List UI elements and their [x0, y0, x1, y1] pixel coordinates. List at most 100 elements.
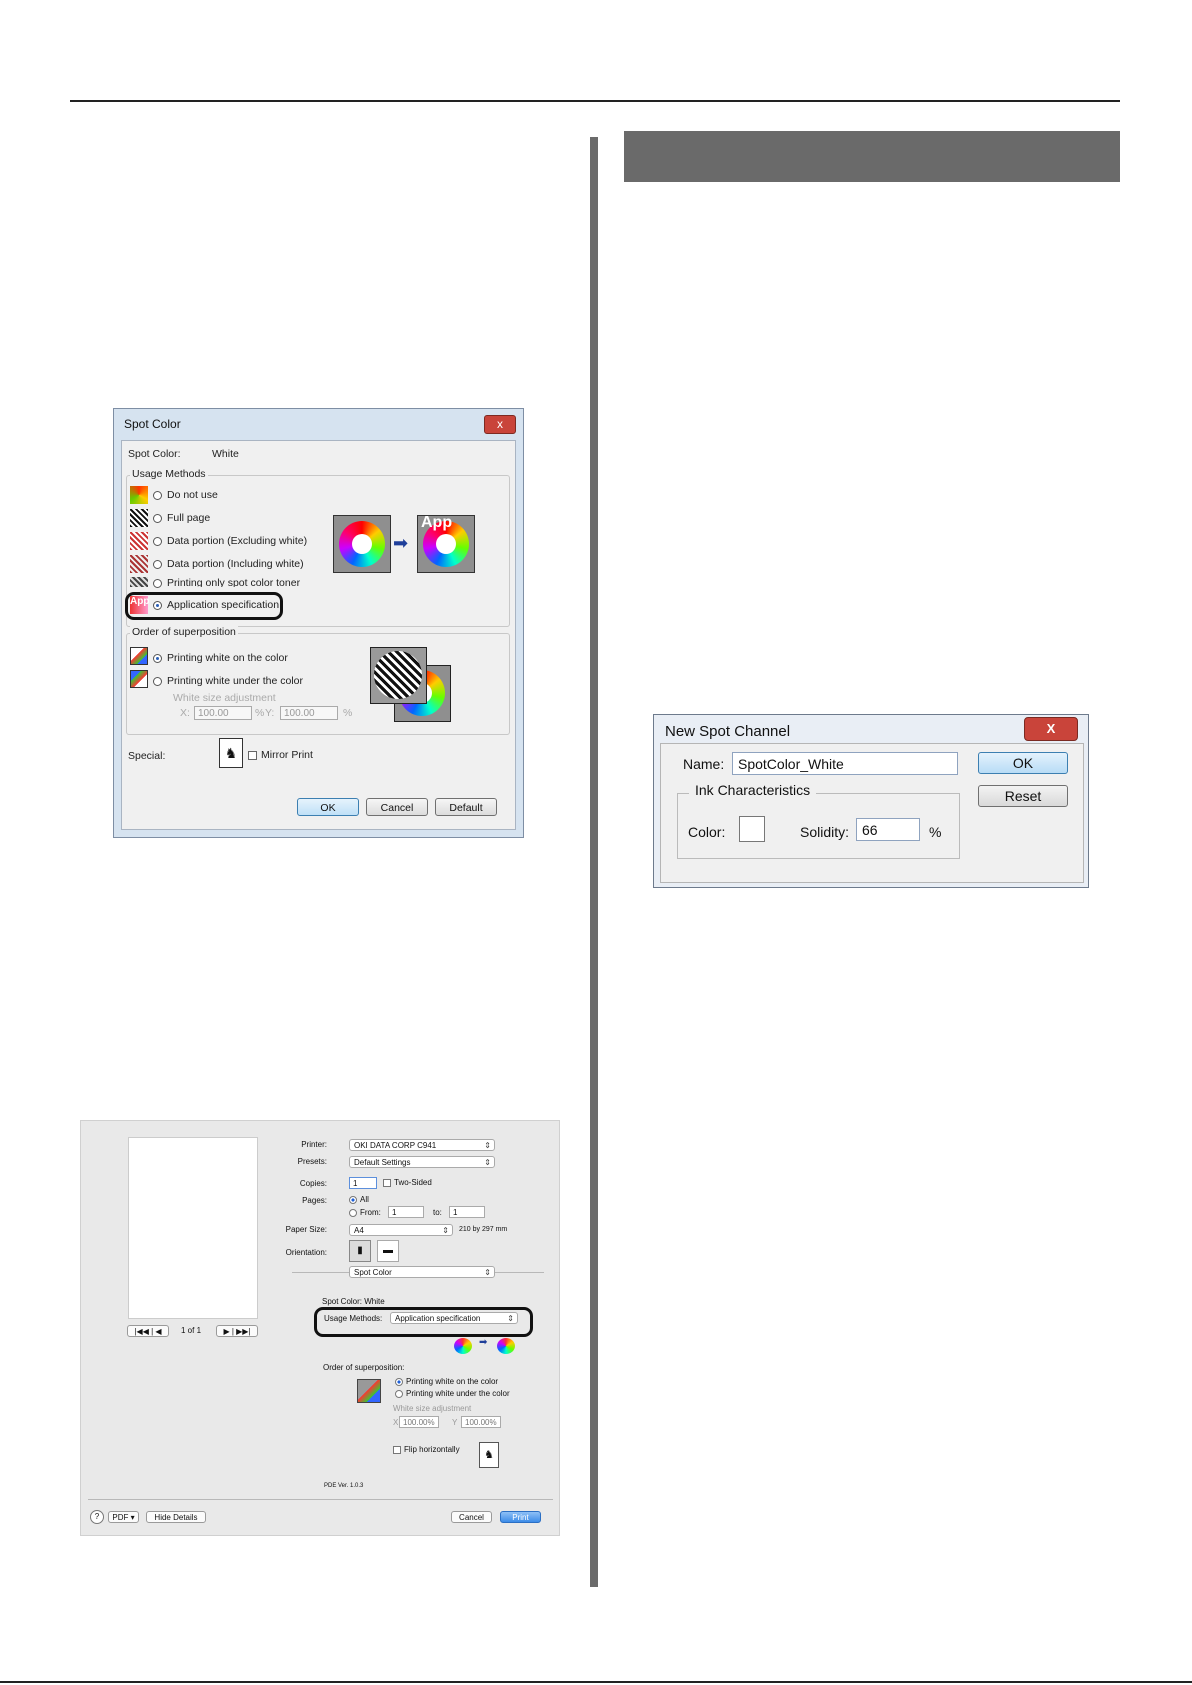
- data-including-icon: [130, 555, 148, 573]
- radio-spot-only[interactable]: [153, 579, 162, 588]
- radio-full-page[interactable]: [153, 514, 162, 523]
- white-under-color-icon: [130, 670, 148, 688]
- x-size-input[interactable]: 100.00%: [399, 1416, 439, 1428]
- copies-label: Copies:: [299, 1179, 327, 1188]
- white-size-label: White size adjustment: [393, 1404, 472, 1413]
- dialog-title: New Spot Channel: [665, 723, 791, 740]
- solidity-input[interactable]: 66: [856, 818, 920, 841]
- dialog-body: Name: SpotColor_White OK Reset Ink Chara…: [660, 743, 1084, 883]
- paper-dims: 210 by 297 mm: [459, 1226, 508, 1233]
- hatched-disc-icon: [374, 651, 422, 699]
- white-on-color-label: Printing white on the color: [406, 1377, 499, 1386]
- y-pct: %: [343, 707, 353, 719]
- reset-button[interactable]: Reset: [978, 785, 1068, 807]
- y-label: Y:: [265, 707, 275, 719]
- copies-input[interactable]: 1: [349, 1177, 377, 1189]
- print-button[interactable]: Print: [500, 1511, 541, 1523]
- printer-label: Printer:: [301, 1140, 327, 1149]
- pages-from-radio[interactable]: [349, 1209, 357, 1217]
- radio-data-excluding[interactable]: [153, 537, 162, 546]
- mac-print-dialog: |◀◀ | ◀ 1 of 1 ▶ | ▶▶| Printer: OKI DATA…: [80, 1120, 560, 1536]
- new-spot-channel-dialog: New Spot Channel X Name: SpotColor_White…: [653, 714, 1089, 888]
- pages-all-label: All: [360, 1195, 369, 1204]
- flip-label: Flip horizontally: [404, 1445, 460, 1454]
- usage-methods-popup[interactable]: Application specification: [390, 1312, 518, 1324]
- default-button[interactable]: Default: [435, 798, 497, 816]
- close-button[interactable]: X: [1024, 717, 1078, 741]
- x-label: X:: [180, 707, 190, 719]
- name-label: Name:: [683, 756, 725, 772]
- spot-only-icon: [130, 577, 148, 587]
- landscape-icon[interactable]: ▬: [377, 1240, 399, 1262]
- name-input[interactable]: SpotColor_White: [732, 752, 958, 775]
- radio-data-including[interactable]: [153, 560, 162, 569]
- spot-color-label: Spot Color:: [128, 448, 181, 460]
- radio-white-on-color[interactable]: [153, 654, 162, 663]
- cancel-button[interactable]: Cancel: [451, 1511, 492, 1523]
- close-button[interactable]: x: [484, 415, 516, 434]
- to-label: to:: [433, 1208, 442, 1217]
- overlap-front-panel: [370, 647, 427, 704]
- color-ring-icon: [454, 1338, 472, 1354]
- do-not-use-icon: [130, 486, 148, 504]
- color-ring-icon: [339, 521, 385, 567]
- prev-page-buttons[interactable]: |◀◀ | ◀: [127, 1325, 169, 1337]
- panel-popup[interactable]: Spot Color: [349, 1266, 495, 1278]
- data-excluding-icon: [130, 532, 148, 550]
- mirror-print-label: Mirror Print: [261, 749, 313, 761]
- color-label: Color:: [688, 824, 726, 840]
- footer-rule: [0, 1681, 1192, 1683]
- presets-popup[interactable]: Default Settings: [349, 1156, 495, 1168]
- white-under-color-label: Printing white under the color: [406, 1389, 510, 1398]
- y-size-input[interactable]: 100.00: [280, 706, 338, 720]
- flip-icon: ♞: [479, 1442, 499, 1468]
- column-divider: [590, 137, 598, 1587]
- from-input[interactable]: 1: [388, 1206, 424, 1218]
- y-size-input[interactable]: 100.00%: [461, 1416, 501, 1428]
- x-size-input[interactable]: 100.00: [194, 706, 252, 720]
- portrait-icon[interactable]: ▮: [349, 1240, 371, 1262]
- printer-popup[interactable]: OKI DATA CORP C941: [349, 1139, 495, 1151]
- usage-methods-label: Usage Methods:: [324, 1314, 383, 1323]
- x-pct: %: [255, 707, 265, 719]
- full-page-icon: [130, 509, 148, 527]
- ok-button[interactable]: OK: [297, 798, 359, 816]
- arrow-right-icon: ➡: [393, 533, 409, 553]
- mirror-print-checkbox[interactable]: [248, 751, 257, 760]
- pdf-button[interactable]: PDF ▾: [108, 1511, 139, 1523]
- bottom-separator: [88, 1499, 553, 1500]
- solidity-label: Solidity:: [800, 824, 850, 840]
- white-under-color-radio[interactable]: [395, 1390, 403, 1398]
- white-on-color-icon: [130, 647, 148, 665]
- paper-size-popup[interactable]: A4: [349, 1224, 453, 1236]
- radio-do-not-use[interactable]: [153, 491, 162, 500]
- help-icon[interactable]: ?: [90, 1510, 104, 1524]
- two-sided-checkbox[interactable]: [383, 1179, 391, 1187]
- pages-from-label: From:: [360, 1208, 381, 1217]
- pages-all-radio[interactable]: [349, 1196, 357, 1204]
- superposition-icon: [357, 1379, 381, 1403]
- hide-details-button[interactable]: Hide Details: [146, 1511, 206, 1523]
- two-sided-label: Two-Sided: [394, 1178, 432, 1187]
- radio-white-under-color[interactable]: [153, 677, 162, 686]
- preview-after: App: [417, 514, 475, 573]
- order-legend: Order of superposition: [130, 626, 238, 638]
- option-white-on-color: Printing white on the color: [167, 652, 288, 664]
- white-on-color-radio[interactable]: [395, 1378, 403, 1386]
- cancel-button[interactable]: Cancel: [366, 798, 428, 816]
- ok-button[interactable]: OK: [978, 752, 1068, 774]
- y-label: Y: [452, 1418, 458, 1427]
- white-size-label: White size adjustment: [173, 692, 276, 704]
- spot-color-dialog: Spot Color x Spot Color: White Usage Met…: [113, 408, 524, 838]
- page-counter: 1 of 1: [181, 1326, 202, 1335]
- color-swatch[interactable]: [739, 816, 765, 842]
- to-input[interactable]: 1: [449, 1206, 485, 1218]
- preview-before: [333, 515, 391, 573]
- pages-label: Pages:: [302, 1196, 327, 1205]
- header-rule: [70, 100, 1120, 102]
- next-page-buttons[interactable]: ▶ | ▶▶|: [216, 1325, 258, 1337]
- radio-application-spec[interactable]: [153, 601, 162, 610]
- flip-checkbox[interactable]: [393, 1446, 401, 1454]
- dialog-body: Spot Color: White Usage Methods Do not u…: [121, 440, 516, 830]
- option-data-including: Data portion (Including white): [167, 558, 304, 570]
